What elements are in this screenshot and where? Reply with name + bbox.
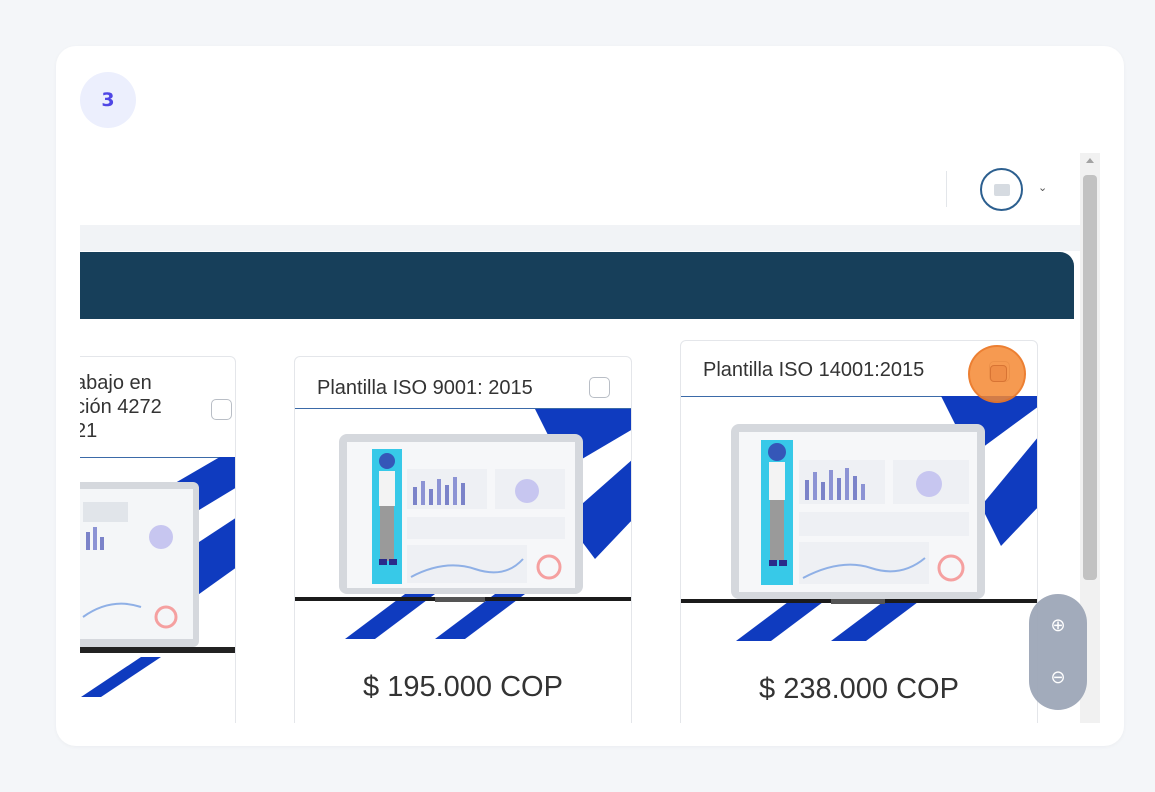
scroll-up-arrow-icon[interactable] (1086, 158, 1094, 163)
product-title-line: ción 4272 (80, 396, 162, 418)
user-avatar-icon[interactable] (980, 168, 1023, 211)
app-top-bar: ⌄ (80, 153, 1100, 225)
product-price: $ 195.000 COP (363, 671, 563, 703)
click-indicator (968, 345, 1026, 403)
section-banner (80, 252, 1074, 319)
chevron-down-icon[interactable]: ⌄ (1038, 181, 1047, 194)
product-card[interactable]: Plantilla ISO 9001: 2015 $ 195.000 COP (294, 356, 632, 723)
embedded-screenshot: ⌄ abajo en ción 4272 21 Planti (80, 153, 1100, 723)
product-title-line: 21 (80, 420, 98, 442)
topbar-divider (946, 171, 947, 207)
product-title: Plantilla ISO 9001: 2015 (317, 377, 533, 399)
product-price: $ 238.000 COP (759, 673, 959, 705)
product-title: abajo en ción 4272 21 (80, 371, 162, 443)
product-thumbnail (681, 396, 1037, 641)
product-thumbnail (80, 457, 235, 697)
zoom-out-icon[interactable]: ⊖ (1029, 654, 1087, 700)
content-background (80, 225, 1080, 251)
product-thumbnail (295, 409, 631, 639)
product-title-line: abajo en (80, 372, 152, 394)
select-checkbox[interactable] (211, 399, 232, 420)
product-card[interactable]: abajo en ción 4272 21 (80, 356, 236, 723)
product-title: Plantilla ISO 14001:2015 (703, 359, 925, 381)
select-checkbox[interactable] (589, 377, 610, 398)
scrollbar-thumb[interactable] (1083, 175, 1097, 580)
step-number-badge: 3 (80, 72, 136, 128)
zoom-controls: ⊕ ⊖ (1029, 594, 1087, 710)
zoom-in-icon[interactable]: ⊕ (1029, 602, 1087, 648)
